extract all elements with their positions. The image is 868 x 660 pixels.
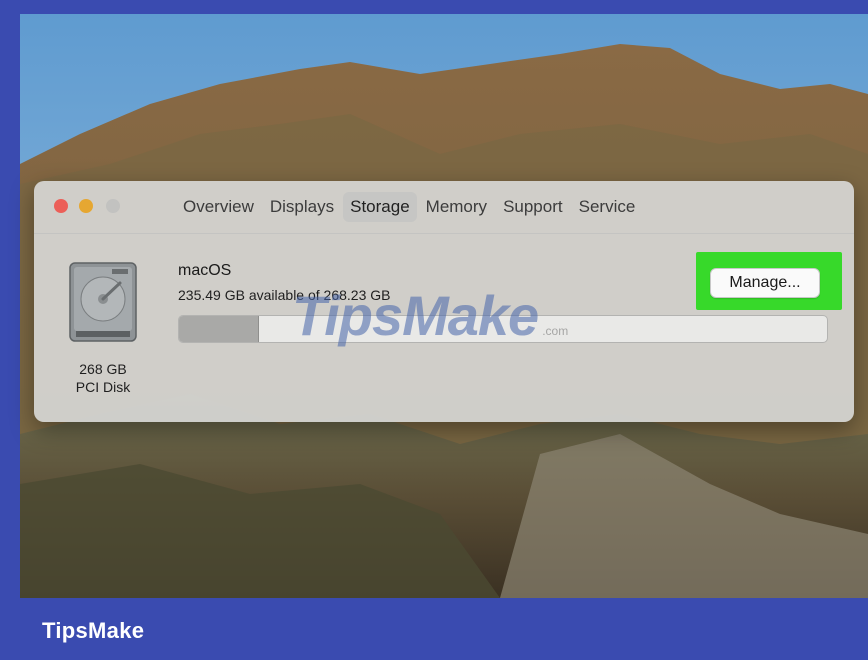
hard-disk-icon — [68, 261, 138, 343]
tab-overview[interactable]: Overview — [176, 192, 261, 222]
watermark-text: TipsMake — [292, 284, 539, 347]
zoom-button[interactable] — [106, 199, 120, 213]
tab-displays[interactable]: Displays — [263, 192, 341, 222]
tab-memory[interactable]: Memory — [419, 192, 494, 222]
disk-caption: 268 GB PCI Disk — [58, 360, 148, 396]
volume-name: macOS — [178, 262, 232, 279]
tab-service[interactable]: Service — [572, 192, 643, 222]
disk-type: PCI Disk — [75, 379, 131, 395]
brand-label: TipsMake — [42, 618, 145, 643]
disk-size: 268 GB — [79, 361, 127, 377]
watermark-suffix: .com — [542, 324, 569, 338]
watermark: TipsMake .com — [292, 283, 568, 348]
about-this-mac-window: Overview Displays Storage Memory Support… — [34, 181, 854, 422]
tab-support[interactable]: Support — [496, 192, 570, 222]
minimize-button[interactable] — [79, 199, 93, 213]
toolbar-divider — [34, 233, 854, 234]
manage-button[interactable]: Manage... — [710, 268, 820, 298]
storage-used-segment — [179, 316, 260, 342]
close-button[interactable] — [54, 199, 68, 213]
tab-bar: Overview Displays Storage Memory Support… — [176, 191, 644, 223]
tab-storage[interactable]: Storage — [343, 192, 417, 222]
